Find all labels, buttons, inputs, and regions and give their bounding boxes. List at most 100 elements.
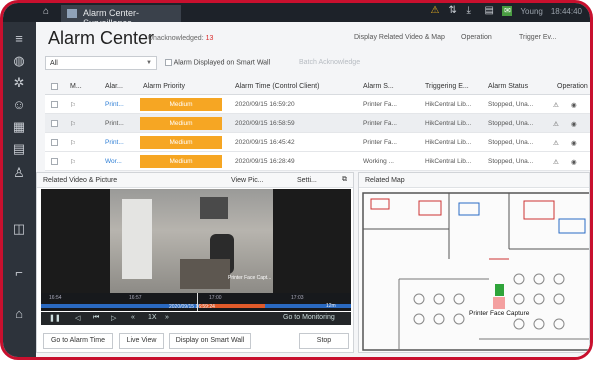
camera-icon[interactable]: ⌐: [12, 266, 26, 280]
book-icon[interactable]: ◫: [12, 222, 26, 236]
flag-icon[interactable]: ⚐: [70, 114, 76, 132]
triggering-event: HikCentral Lib...: [425, 120, 472, 127]
goto-monitoring-link[interactable]: Go to Monitoring: [283, 314, 335, 321]
flag-icon[interactable]: ⚐: [70, 95, 76, 113]
col-source[interactable]: Alarm S...: [363, 79, 394, 94]
smart-wall-button[interactable]: Display on Smart Wall: [169, 333, 251, 349]
operation-button[interactable]: Operation: [461, 34, 492, 41]
table-header: M... Alar... Alarm Priority Alarm Time (…: [45, 79, 590, 95]
alarm-warning-icon[interactable]: ⚠: [430, 6, 440, 16]
speed-up-icon[interactable]: »: [165, 314, 169, 321]
alarm-status: Stopped, Una...: [488, 158, 534, 165]
person-icon[interactable]: ♙: [12, 166, 26, 180]
marker-label: Printer Face Capture: [469, 310, 530, 317]
alarm-name[interactable]: Print...: [105, 114, 124, 132]
alarm-status: Stopped, Una...: [488, 101, 534, 108]
triggering-event: HikCentral Lib...: [425, 101, 472, 108]
status-icon[interactable]: ✉: [502, 6, 513, 16]
popout-icon[interactable]: ⧉: [342, 176, 347, 184]
flag-icon[interactable]: ⚐: [70, 152, 76, 170]
col-trigger[interactable]: Triggering E...: [425, 79, 469, 94]
clipboard-icon[interactable]: ▤: [484, 6, 494, 16]
topbar-tools: ⚠ ⇅ ⤓ ▤ ✉ Young 18:44:40: [430, 6, 582, 16]
triggering-event: HikCentral Lib...: [425, 139, 472, 146]
lock-icon[interactable]: ⌂: [12, 307, 26, 321]
module-icon: [67, 9, 77, 18]
col-priority[interactable]: Alarm Priority: [143, 79, 185, 94]
next-frame-icon[interactable]: ▷: [111, 314, 116, 322]
tab-alarm-center[interactable]: Alarm Center-Surveillance: [61, 5, 181, 28]
col-status[interactable]: Alarm Status: [488, 79, 528, 94]
priority-badge: Medium: [140, 155, 222, 168]
transfer-icon[interactable]: ⇅: [448, 6, 458, 16]
alarm-source: Printer Fa...: [363, 139, 397, 146]
camera-marker[interactable]: [495, 284, 504, 296]
alarm-name[interactable]: Print...: [105, 133, 124, 151]
acknowledge-icon[interactable]: ⚠: [553, 114, 559, 132]
table-row[interactable]: ⚐ Wor... Medium 2020/09/15 16:28:49 Work…: [45, 152, 590, 171]
col-time[interactable]: Alarm Time (Control Client): [235, 79, 319, 94]
home-icon[interactable]: ⌂: [43, 6, 49, 17]
slow-down-icon[interactable]: «: [131, 314, 135, 321]
menu-icon[interactable]: ≡: [12, 32, 26, 46]
goto-alarm-time-button[interactable]: Go to Alarm Time: [43, 333, 113, 349]
stop-button[interactable]: Stop: [299, 333, 349, 349]
select-all-checkbox[interactable]: [51, 79, 58, 94]
alarm-name[interactable]: Wor...: [105, 152, 122, 170]
video-overlay-text: Printer Face Capt...: [228, 275, 272, 281]
speed-label: 1X: [148, 314, 157, 321]
col-mark[interactable]: M...: [70, 79, 82, 94]
trigger-event-button[interactable]: Trigger Ev...: [519, 34, 556, 41]
table-row[interactable]: ⚐ Print... Medium 2020/09/15 16:59:20 Pr…: [45, 95, 590, 114]
flag-icon[interactable]: ⚐: [70, 133, 76, 151]
live-view-button[interactable]: Live View: [119, 333, 164, 349]
filter-select[interactable]: All ▼: [45, 56, 157, 70]
alarm-status: Stopped, Una...: [488, 139, 534, 146]
acknowledge-icon[interactable]: ⚠: [553, 133, 559, 151]
dashboard-icon[interactable]: ▦: [12, 120, 26, 134]
row-checkbox[interactable]: [51, 133, 58, 151]
alarm-marker[interactable]: [493, 297, 505, 309]
rewind-icon[interactable]: ⏮: [93, 314, 99, 322]
table-row[interactable]: ⚐ Print... Medium 2020/09/15 16:58:59 Pr…: [45, 114, 590, 133]
acknowledge-icon[interactable]: ⚠: [553, 95, 559, 113]
row-checkbox[interactable]: [51, 95, 58, 113]
tick-label: 16:54: [49, 295, 62, 301]
settings-button[interactable]: Setti...: [297, 177, 317, 184]
playback-timeline[interactable]: 16:54 16:57 17:00 17:03 2020/09/15 16:59…: [41, 293, 351, 311]
prev-frame-icon[interactable]: ◁: [75, 314, 80, 322]
alarm-time: 2020/09/15 16:45:42: [235, 139, 295, 146]
play-icon[interactable]: ◉: [571, 95, 577, 113]
col-alarm[interactable]: Alar...: [105, 79, 123, 94]
triggering-event: HikCentral Lib...: [425, 158, 472, 165]
smart-wall-checkbox[interactable]: [165, 59, 172, 66]
batch-acknowledge-button[interactable]: Batch Acknowledge: [299, 59, 360, 66]
view-picture-button[interactable]: View Pic...: [231, 177, 264, 184]
user-name[interactable]: Young: [520, 7, 542, 16]
panel-header: Related Video & Picture View Pic... Sett…: [37, 173, 353, 188]
timeline-zoom[interactable]: 12m: [326, 303, 336, 309]
acknowledge-icon[interactable]: ⚠: [553, 152, 559, 170]
row-checkbox[interactable]: [51, 114, 58, 132]
video-player[interactable]: Printer Face Capt...: [41, 189, 351, 293]
row-checkbox[interactable]: [51, 152, 58, 170]
globe-icon[interactable]: ◍: [12, 54, 26, 68]
display-related-button[interactable]: Display Related Video & Map: [354, 34, 445, 41]
alarm-icon[interactable]: ✲: [12, 76, 26, 90]
smart-wall-option[interactable]: Alarm Displayed on Smart Wall: [165, 59, 270, 66]
sidebar: ≡ ◍ ✲ ☺ ▦ ▤ ♙ ◫ ⌐ ⌂: [3, 22, 36, 357]
alarm-source: Printer Fa...: [363, 120, 397, 127]
table-row[interactable]: ⚐ Print... Medium 2020/09/15 16:45:42 Pr…: [45, 133, 590, 152]
related-map-panel: Related Map Printer Face Capture: [358, 172, 590, 353]
priority-badge: Medium: [140, 98, 222, 111]
play-icon[interactable]: ◉: [571, 114, 577, 132]
floor-map[interactable]: Printer Face Capture: [359, 189, 589, 352]
alarm-name[interactable]: Print...: [105, 95, 124, 113]
play-icon[interactable]: ◉: [571, 152, 577, 170]
person-search-icon[interactable]: ☺: [12, 98, 26, 112]
download-icon[interactable]: ⤓: [466, 6, 476, 16]
floor-plan-svg: [362, 192, 589, 351]
pause-icon[interactable]: ❚❚: [49, 314, 61, 322]
play-icon[interactable]: ◉: [571, 133, 577, 151]
grid-icon[interactable]: ▤: [12, 142, 26, 156]
